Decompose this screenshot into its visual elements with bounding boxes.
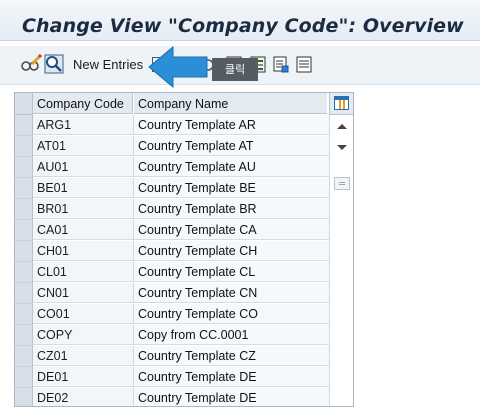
company-name-cell[interactable]: Country Template AT — [134, 136, 329, 156]
company-code-cell[interactable]: AU01 — [33, 157, 134, 177]
row-selector[interactable] — [15, 304, 33, 325]
company-name-cell[interactable]: Country Template CO — [134, 304, 329, 324]
table-row: AT01 Country Template AT — [15, 136, 329, 157]
company-code-cell[interactable]: CN01 — [33, 283, 134, 303]
scroll-down-icon[interactable] — [337, 145, 347, 150]
table-row: CA01 Country Template CA — [15, 220, 329, 241]
table-row: DE01 Country Template DE — [15, 367, 329, 388]
new-entries-button[interactable]: New Entries — [73, 57, 143, 72]
company-code-cell[interactable]: COPY — [33, 325, 134, 345]
company-name-cell[interactable]: Country Template BR — [134, 199, 329, 219]
company-code-cell[interactable]: ARG1 — [33, 115, 134, 135]
glasses-pencil-icon[interactable] — [20, 54, 42, 74]
row-selector[interactable] — [15, 199, 33, 220]
table-row: AU01 Country Template AU — [15, 157, 329, 178]
row-selector[interactable] — [15, 346, 33, 367]
company-name-cell[interactable]: Country Template CA — [134, 220, 329, 240]
company-name-cell[interactable]: Country Template AR — [134, 115, 329, 135]
table-row: CL01 Country Template CL — [15, 262, 329, 283]
scroll-up-icon[interactable] — [337, 124, 347, 129]
table-row: CO01 Country Template CO — [15, 304, 329, 325]
row-selector[interactable] — [15, 325, 33, 346]
company-code-cell[interactable]: BR01 — [33, 199, 134, 219]
table-row: ARG1 Country Template AR — [15, 115, 329, 136]
company-name-cell[interactable]: Country Template DE — [134, 388, 329, 406]
table-row: CZ01 Country Template CZ — [15, 346, 329, 367]
company-code-cell[interactable]: DE01 — [33, 367, 134, 387]
column-header-company-name[interactable]: Company Name — [134, 93, 327, 114]
company-name-cell[interactable]: Country Template BE — [134, 178, 329, 198]
table-row: BE01 Country Template BE — [15, 178, 329, 199]
select-all-rows[interactable] — [15, 93, 33, 115]
company-code-cell[interactable]: CO01 — [33, 304, 134, 324]
company-code-cell[interactable]: CH01 — [33, 241, 134, 261]
company-code-cell[interactable]: DE02 — [33, 388, 134, 406]
row-selector[interactable] — [15, 367, 33, 388]
row-selector[interactable] — [15, 241, 33, 262]
row-selector[interactable] — [15, 115, 33, 136]
company-code-cell[interactable]: CL01 — [33, 262, 134, 282]
row-selector[interactable] — [15, 220, 33, 241]
company-name-cell[interactable]: Copy from CC.0001 — [134, 325, 329, 345]
company-code-table: Company Code Company Name ARG1 Country T… — [14, 92, 354, 407]
row-selector[interactable] — [15, 178, 33, 199]
table-row: COPY Copy from CC.0001 — [15, 325, 329, 346]
company-code-cell[interactable]: AT01 — [33, 136, 134, 156]
company-name-cell[interactable]: Country Template CH — [134, 241, 329, 261]
table-row: BR01 Country Template BR — [15, 199, 329, 220]
company-code-cell[interactable]: CZ01 — [33, 346, 134, 366]
magnifier-icon[interactable] — [44, 54, 64, 74]
row-selector[interactable] — [15, 136, 33, 157]
callout-label: 클릭 — [212, 58, 258, 81]
details-icon[interactable] — [296, 56, 312, 73]
vertical-scrollbar[interactable] — [329, 115, 353, 406]
company-name-cell[interactable]: Country Template DE — [134, 367, 329, 387]
row-selector[interactable] — [15, 283, 33, 304]
scroll-thumb[interactable] — [334, 177, 350, 190]
company-name-cell[interactable]: Country Template CN — [134, 283, 329, 303]
row-selector[interactable] — [15, 262, 33, 283]
company-code-cell[interactable]: BE01 — [33, 178, 134, 198]
pointer-arrow-icon — [148, 45, 208, 89]
table-row: DE02 Country Template DE — [15, 388, 329, 406]
row-selector[interactable] — [15, 388, 33, 406]
table-row: CH01 Country Template CH — [15, 241, 329, 262]
table-row: CN01 Country Template CN — [15, 283, 329, 304]
title-bar: Change View "Company Code": Overview — [0, 0, 480, 41]
print-icon[interactable] — [273, 56, 289, 73]
page-title: Change View "Company Code": Overview — [22, 15, 464, 37]
company-code-cell[interactable]: CA01 — [33, 220, 134, 240]
company-name-cell[interactable]: Country Template CZ — [134, 346, 329, 366]
column-header-company-code[interactable]: Company Code — [33, 93, 133, 114]
row-selector[interactable] — [15, 157, 33, 178]
company-name-cell[interactable]: Country Template AU — [134, 157, 329, 177]
table-settings-button[interactable] — [329, 93, 353, 115]
table-settings-icon — [334, 96, 349, 110]
company-name-cell[interactable]: Country Template CL — [134, 262, 329, 282]
